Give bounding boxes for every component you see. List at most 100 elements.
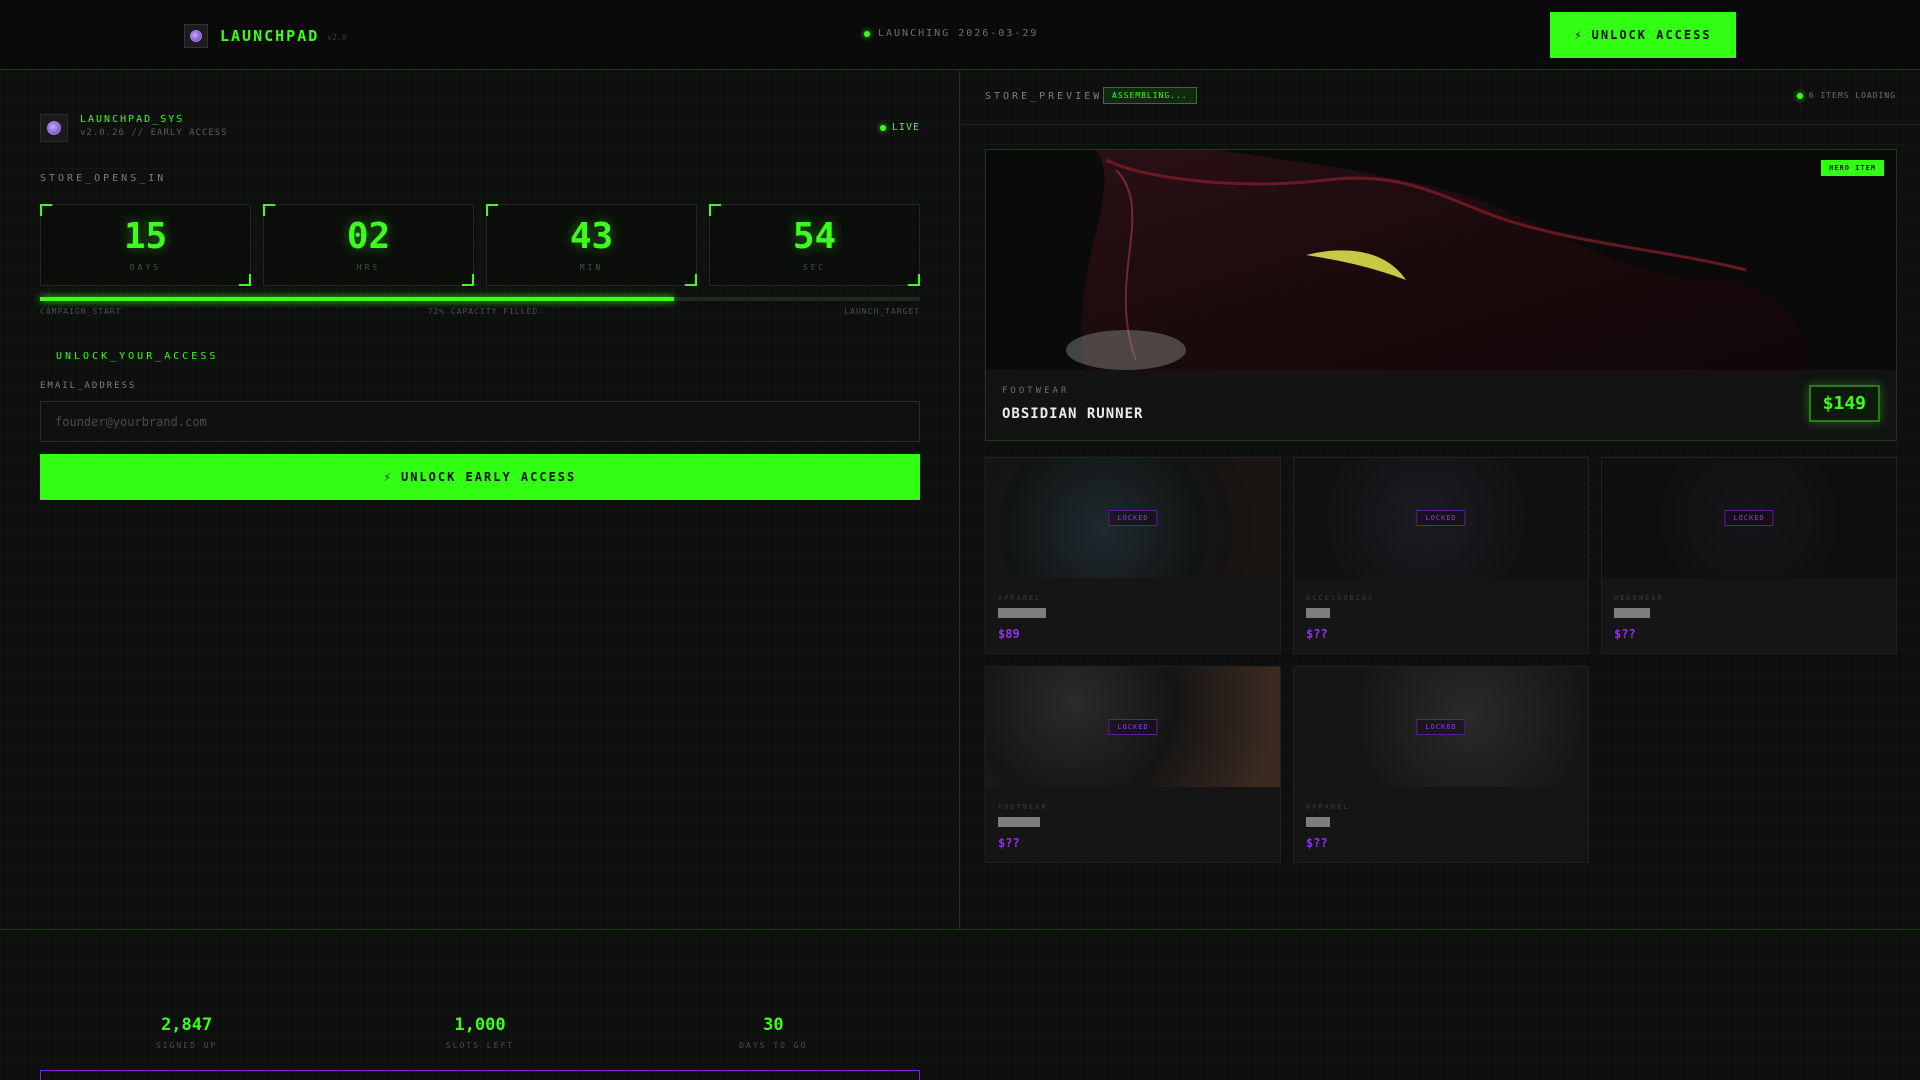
stat-days-to-go: 30 DAYS TO GO	[627, 1015, 920, 1050]
countdown-value: 15	[123, 215, 168, 257]
store-header: STORE_PREVIEW ASSEMBLING... 6 ITEMS LOAD…	[961, 71, 1920, 125]
countdown-unit: SEC	[802, 262, 827, 272]
system-row: LAUNCHPAD_SYS v2.0.26 // EARLY ACCESS LI…	[40, 112, 920, 142]
status-dot-icon	[864, 30, 870, 37]
signup-panel: LAUNCHPAD_SYS v2.0.26 // EARLY ACCESS LI…	[0, 71, 960, 930]
system-logo-icon	[40, 114, 68, 142]
unlock-access-button[interactable]: ⚡ UNLOCK ACCESS	[1550, 12, 1736, 58]
product-card[interactable]: LOCKED ACCESSORIES $??	[1293, 457, 1589, 654]
stat-value: 1,000	[454, 1015, 506, 1035]
locked-badge: LOCKED	[1108, 719, 1158, 735]
store-title: STORE_PREVIEW	[985, 91, 1103, 102]
countdown-label: STORE_OPENS_IN	[40, 173, 167, 184]
stat-slots-left: 1,000 SLOTS LEFT	[333, 1015, 626, 1050]
countdown-seconds: 54 SEC	[709, 204, 920, 286]
product-card[interactable]: LOCKED FOOTWEAR $??	[985, 666, 1281, 863]
capacity-progress-bar	[40, 297, 920, 301]
product-image: LOCKED	[986, 458, 1280, 578]
product-image: LOCKED	[1294, 667, 1588, 787]
stat-value: 30	[763, 1015, 784, 1035]
progress-labels: CAMPAIGN_START 72% CAPACITY FILLED LAUNC…	[40, 307, 920, 316]
progress-mid-label: 72% CAPACITY FILLED	[427, 307, 539, 316]
product-image: LOCKED	[986, 667, 1280, 787]
product-card[interactable]: LOCKED APPAREL $89	[985, 457, 1281, 654]
loading-dot-icon	[1796, 92, 1803, 99]
sneaker-image-icon	[986, 150, 1896, 370]
stat-label: DAYS TO GO	[739, 1041, 808, 1050]
live-dot-icon	[879, 124, 886, 131]
redacted-name-bar	[1306, 817, 1330, 827]
countdown-days: 15 DAYS	[40, 204, 251, 286]
hero-product-card[interactable]: HERO ITEM FOOTWEAR OBSIDIAN RUNNER $149	[985, 149, 1897, 441]
product-card[interactable]: LOCKED HEADWEAR $??	[1601, 457, 1897, 654]
email-field[interactable]	[40, 401, 920, 442]
hero-price-badge: $149	[1808, 385, 1880, 422]
countdown-value: 43	[569, 215, 614, 257]
unlock-early-access-button[interactable]: ⚡ UNLOCK EARLY ACCESS	[40, 454, 920, 500]
capacity-progress-fill	[40, 297, 674, 301]
product-card[interactable]: LOCKED APPAREL $??	[1293, 666, 1589, 863]
items-loading-text: 6 ITEMS LOADING	[1808, 91, 1896, 100]
locked-badge: LOCKED	[1724, 510, 1774, 526]
product-category: ACCESSORIES	[1306, 594, 1375, 602]
brand-logo-icon	[184, 24, 208, 48]
stat-signed-up: 2,847 SIGNED UP	[40, 1015, 333, 1050]
locked-badge: LOCKED	[1416, 510, 1466, 526]
store-preview-panel: STORE_PREVIEW ASSEMBLING... 6 ITEMS LOAD…	[961, 71, 1920, 930]
brand[interactable]: LAUNCHPAD v2.0	[184, 24, 347, 48]
launch-status: LAUNCHING 2026-03-29	[864, 28, 1038, 39]
launch-status-text: LAUNCHING 2026-03-29	[878, 28, 1039, 39]
redacted-name-bar	[1306, 608, 1330, 618]
countdown-unit: HRS	[356, 262, 381, 272]
brand-name: LAUNCHPAD	[220, 27, 320, 45]
hero-item-badge: HERO ITEM	[1821, 160, 1884, 176]
signup-stats: 2,847 SIGNED UP 1,000 SLOTS LEFT 30 DAYS…	[40, 1015, 920, 1050]
bottom-banner	[40, 1070, 920, 1080]
countdown-hours: 02 HRS	[263, 204, 474, 286]
stat-value: 2,847	[161, 1015, 213, 1035]
stat-label: SLOTS LEFT	[445, 1041, 515, 1050]
product-category: HEADWEAR	[1614, 594, 1664, 602]
live-indicator: LIVE	[879, 122, 920, 133]
product-price: $??	[1306, 836, 1328, 850]
progress-end-label: LAUNCH_TARGET	[844, 307, 920, 316]
items-loading: 6 ITEMS LOADING	[1796, 91, 1896, 100]
status-badge: ASSEMBLING...	[1103, 87, 1197, 104]
unlock-access-label: UNLOCK ACCESS	[1591, 28, 1712, 42]
countdown: 15 DAYS 02 HRS 43 MIN 54 SEC	[40, 204, 920, 286]
email-label: EMAIL_ADDRESS	[40, 381, 137, 391]
countdown-value: 02	[346, 215, 391, 257]
progress-start-label: CAMPAIGN_START	[40, 307, 122, 316]
redacted-name-bar	[998, 817, 1040, 827]
product-category: FOOTWEAR	[998, 803, 1048, 811]
countdown-unit: MIN	[579, 262, 604, 272]
brand-version: v2.0	[327, 33, 347, 42]
top-header: LAUNCHPAD v2.0 LAUNCHING 2026-03-29 ⚡ UN…	[0, 0, 1920, 70]
live-label: LIVE	[891, 122, 920, 133]
stat-label: SIGNED UP	[155, 1041, 218, 1050]
countdown-value: 54	[792, 215, 837, 257]
product-price: $89	[998, 627, 1020, 641]
unlock-early-access-label: UNLOCK EARLY ACCESS	[400, 470, 577, 484]
hero-category: FOOTWEAR	[1002, 386, 1070, 396]
locked-badge: LOCKED	[1416, 719, 1466, 735]
system-subtitle: v2.0.26 // EARLY ACCESS	[80, 128, 228, 138]
hero-meta: FOOTWEAR OBSIDIAN RUNNER	[1002, 386, 1143, 422]
hero-product-name: OBSIDIAN RUNNER	[1002, 406, 1144, 422]
redacted-name-bar	[998, 608, 1046, 618]
product-grid: LOCKED APPAREL $89 LOCKED ACCESSORIES $?…	[985, 457, 1897, 863]
countdown-minutes: 43 MIN	[486, 204, 697, 286]
product-category: APPAREL	[1306, 803, 1350, 811]
countdown-unit: DAYS	[129, 262, 162, 272]
redacted-name-bar	[1614, 608, 1650, 618]
product-image: LOCKED	[1602, 458, 1896, 578]
unlock-section-title: UNLOCK_YOUR_ACCESS	[56, 351, 219, 362]
product-price: $??	[998, 836, 1020, 850]
locked-badge: LOCKED	[1108, 510, 1158, 526]
lightning-icon: ⚡	[383, 470, 393, 484]
product-price: $??	[1614, 627, 1636, 641]
product-price: $??	[1306, 627, 1328, 641]
product-category: APPAREL	[998, 594, 1042, 602]
system-name: LAUNCHPAD_SYS	[80, 114, 185, 125]
lightning-icon: ⚡	[1574, 28, 1584, 42]
